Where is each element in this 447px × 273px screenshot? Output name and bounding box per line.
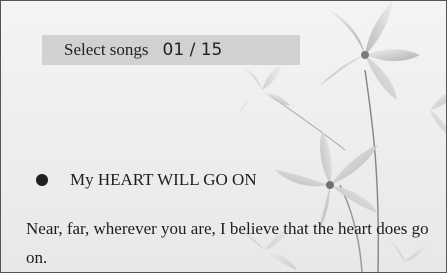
lyrics-text: Near, far, wherever you are, I believe t… bbox=[26, 219, 429, 267]
song-counter: 01 / 15 bbox=[162, 40, 223, 60]
song-selection-bar: Select songs 01 / 15 bbox=[42, 35, 300, 65]
karaoke-screen: Select songs 01 / 15 My HEART WILL GO ON… bbox=[0, 0, 447, 273]
song-title: My HEART WILL GO ON bbox=[70, 170, 257, 189]
bullet-icon bbox=[36, 174, 48, 186]
current-song-item[interactable]: My HEART WILL GO ON bbox=[36, 168, 257, 192]
select-songs-label: Select songs bbox=[64, 40, 149, 59]
